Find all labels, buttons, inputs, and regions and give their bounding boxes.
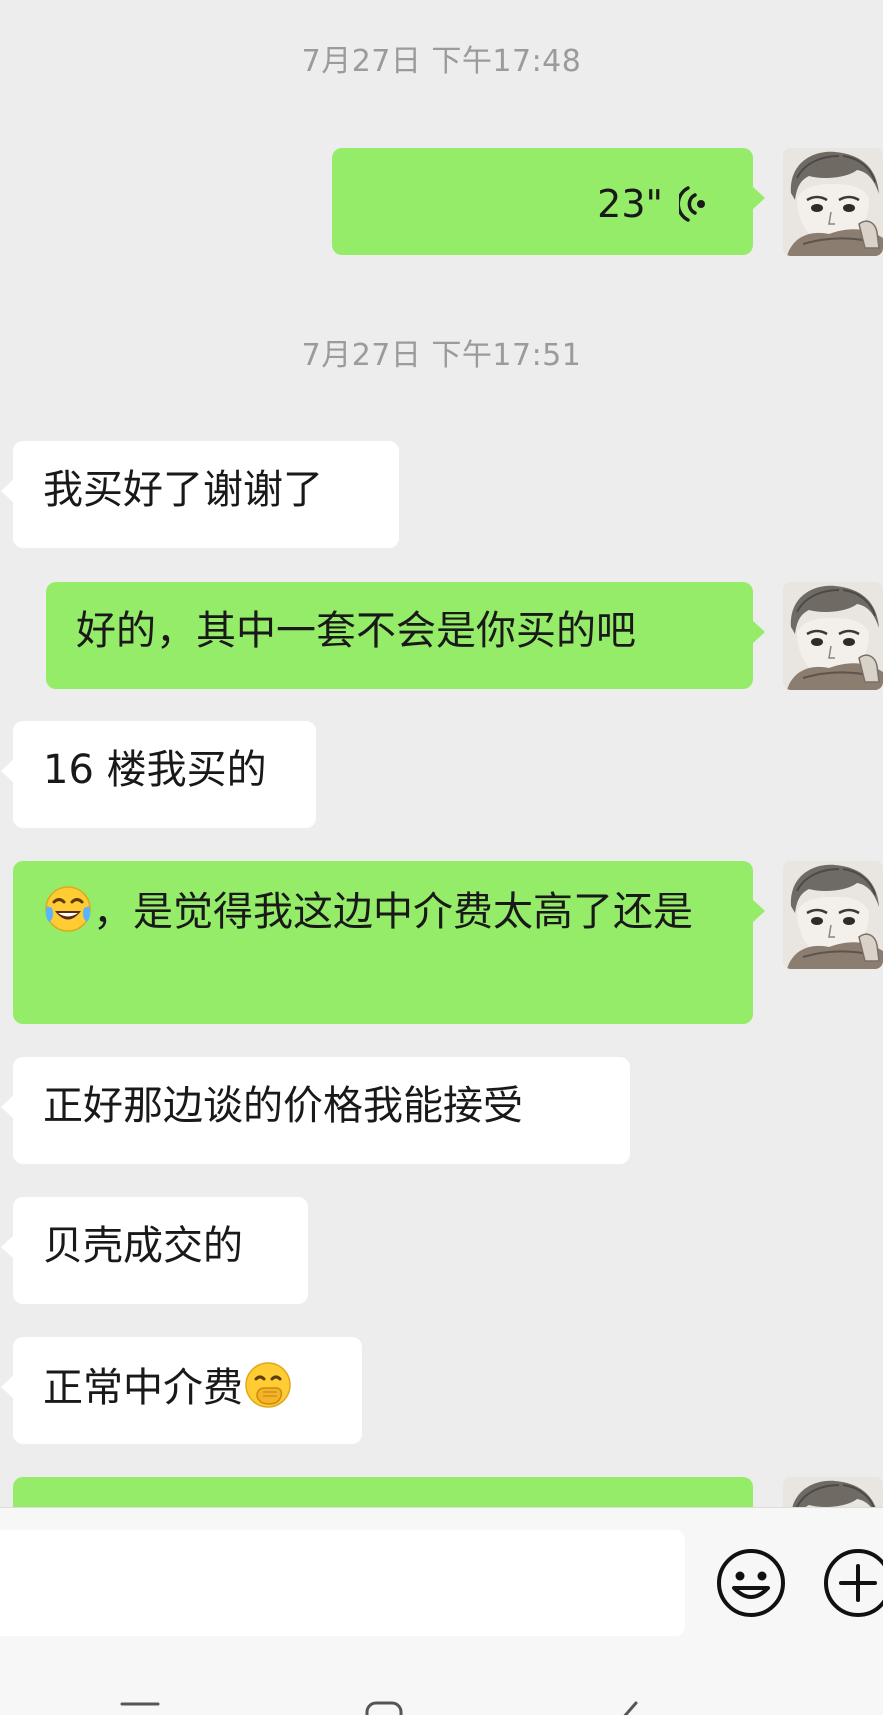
voice-wave-icon: [679, 186, 705, 222]
incoming-message-bubble[interactable]: 正常中介费: [1, 1337, 362, 1444]
my-avatar[interactable]: [783, 1477, 883, 1507]
smiley-icon[interactable]: [716, 1548, 786, 1618]
message-input[interactable]: [0, 1530, 685, 1636]
plus-icon[interactable]: [823, 1548, 883, 1618]
message-text: ，是觉得我这边中介费太高了还是: [93, 889, 693, 935]
my-avatar[interactable]: [783, 148, 883, 256]
back-icon[interactable]: [612, 1701, 652, 1715]
system-nav-bar: [0, 1657, 883, 1715]
incoming-message-bubble[interactable]: 16 楼我买的: [1, 721, 316, 828]
menu-icon[interactable]: [120, 1701, 160, 1715]
message-text: 正好那边谈的价格我能接受: [43, 1083, 523, 1129]
tears-of-joy-emoji: [45, 886, 91, 932]
my-avatar[interactable]: [783, 861, 883, 969]
my-avatar[interactable]: [783, 582, 883, 690]
message-text: 正常中介费: [43, 1365, 243, 1411]
incoming-message-bubble[interactable]: 我买好了谢谢了: [1, 441, 399, 548]
timestamp: 7月27日 下午17:51: [301, 338, 582, 373]
message-content: 正常中介费: [43, 1337, 332, 1414]
hand-over-mouth-emoji: [245, 1362, 291, 1408]
chat-area[interactable]: 7月27日 下午17:48 23" 7月27日 下午17:51 我买好了谢谢了 …: [0, 0, 883, 1507]
input-bar: [0, 1507, 883, 1657]
incoming-message-bubble[interactable]: 贝壳成交的: [1, 1197, 308, 1304]
outgoing-message-bubble[interactable]: [13, 1477, 753, 1507]
outgoing-message-bubble[interactable]: 好的，其中一套不会是你买的吧: [46, 582, 765, 689]
voice-message: 23": [597, 178, 705, 230]
message-text: 好的，其中一套不会是你买的吧: [76, 608, 636, 654]
voice-duration: 23": [597, 182, 663, 226]
timestamp: 7月27日 下午17:48: [301, 44, 582, 79]
outgoing-message-bubble[interactable]: ，是觉得我这边中介费太高了还是: [13, 861, 765, 1024]
incoming-message-bubble[interactable]: 正好那边谈的价格我能接受: [1, 1057, 630, 1164]
message-text: 16 楼我买的: [43, 747, 267, 793]
voice-message-bubble[interactable]: 23": [332, 148, 765, 255]
message-text: 贝壳成交的: [43, 1223, 243, 1269]
message-text: 我买好了谢谢了: [43, 467, 323, 513]
home-icon[interactable]: [364, 1701, 404, 1715]
message-content: ，是觉得我这边中介费太高了还是: [43, 861, 723, 938]
